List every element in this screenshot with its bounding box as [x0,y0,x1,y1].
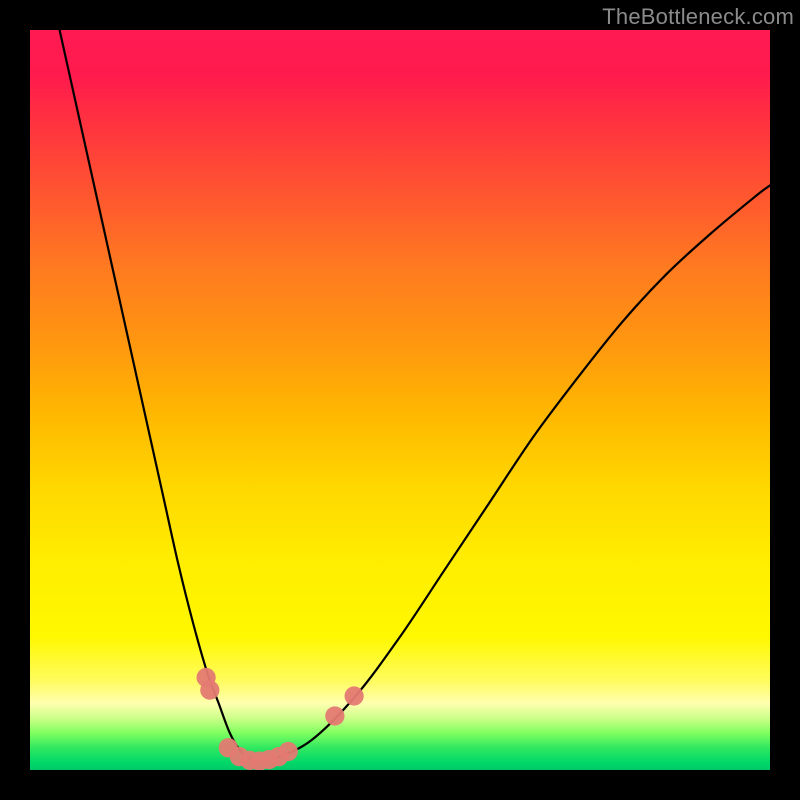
plot-area [30,30,770,770]
chart-frame: TheBottleneck.com [0,0,800,800]
data-markers [197,668,364,770]
watermark-text: TheBottleneck.com [602,4,794,30]
data-marker [200,680,219,699]
chart-svg [30,30,770,770]
bottleneck-curve [60,30,770,761]
data-marker [279,742,298,761]
data-marker [325,706,344,725]
data-marker [345,686,364,705]
